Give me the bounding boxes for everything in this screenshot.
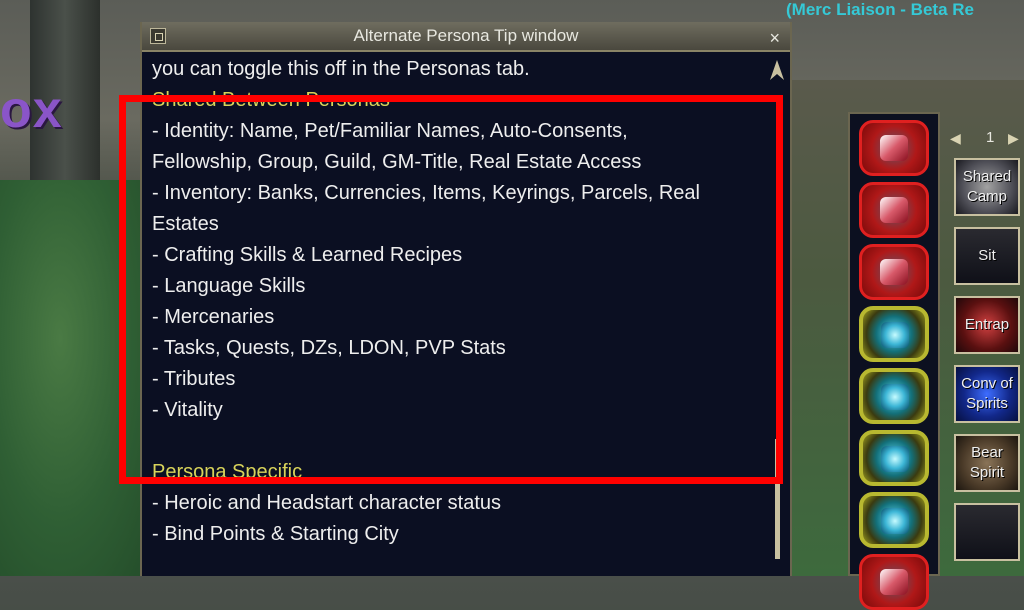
tip-line: you can toggle this off in the Personas …	[152, 58, 530, 80]
hotbar-next-icon[interactable]: ▶	[1008, 130, 1019, 147]
tip-line: - Crafting Skills & Learned Recipes	[152, 244, 463, 266]
tip-line	[152, 426, 762, 457]
spell-gem-7[interactable]	[859, 492, 929, 548]
crystal-spell-icon	[880, 135, 908, 161]
tip-line: - Mercenaries	[152, 306, 275, 328]
hotbar-button-6[interactable]	[954, 503, 1020, 561]
heart-gem-spell-icon	[880, 197, 908, 223]
tip-window[interactable]: Alternate Persona Tip window × you can t…	[140, 22, 792, 576]
spell-gem-2[interactable]	[859, 182, 929, 238]
spell-gem-4[interactable]	[859, 306, 929, 362]
section-heading: Shared Between Personas	[152, 89, 390, 111]
hotbar-button-4[interactable]: Conv of Spirits	[954, 365, 1020, 423]
hotbar-button-5[interactable]: Bear Spirit	[954, 434, 1020, 492]
tip-scrollbar[interactable]	[768, 56, 786, 576]
hotbar-button-3[interactable]: Entrap	[954, 296, 1020, 354]
tip-line: - Bind Points & Starting City	[152, 523, 399, 545]
tip-line: - Tributes	[152, 368, 236, 390]
empty-spell-gem-icon	[881, 384, 909, 410]
hotbar-button-2[interactable]: Sit	[954, 227, 1020, 285]
tip-line: Fellowship, Group, Guild, GM-Title, Real…	[152, 151, 642, 173]
spell-gem-5[interactable]	[859, 368, 929, 424]
hotbar-header: ◀ 1 ▶	[950, 128, 1024, 150]
hotbar-prev-icon[interactable]: ◀	[950, 130, 961, 147]
tip-window-titlebar[interactable]: Alternate Persona Tip window ×	[142, 22, 790, 52]
empty-spell-gem-icon	[881, 322, 909, 348]
hotbar: ◀ 1 ▶ Shared Camp Sit Entrap Conv of Spirit…	[944, 122, 1024, 576]
hotbar-page-number: 1	[986, 129, 995, 146]
background-grass	[0, 180, 150, 576]
tip-line: - Identity: Name, Pet/Familiar Names, Au…	[152, 120, 628, 142]
tip-window-content: you can toggle this off in the Personas …	[152, 54, 762, 550]
spell-gem-3[interactable]	[859, 244, 929, 300]
spell-gem-bar	[848, 112, 940, 610]
empty-spell-gem-icon	[881, 446, 909, 472]
tip-line: - Vitality	[152, 399, 223, 421]
scroll-up-icon[interactable]	[768, 58, 786, 84]
tip-line: - Language Skills	[152, 275, 306, 297]
spell-gem-6[interactable]	[859, 430, 929, 486]
tip-line: - Inventory: Banks, Currencies, Items, K…	[152, 182, 700, 204]
tip-window-title: Alternate Persona Tip window	[353, 26, 579, 45]
empty-spell-gem-icon	[881, 508, 909, 534]
zone-floating-text: ox	[0, 81, 63, 139]
close-icon[interactable]: ×	[769, 24, 780, 52]
section-heading: Persona Specific	[152, 461, 303, 483]
spell-gem-8[interactable]	[859, 554, 929, 610]
spell-gem-1[interactable]	[859, 120, 929, 176]
heart-gem-spell-icon	[880, 259, 908, 285]
scroll-thumb[interactable]	[775, 439, 780, 559]
merc-liaison-label[interactable]: (Merc Liaison - Beta Re	[786, 0, 974, 20]
tip-line: - Heroic and Headstart character status	[152, 492, 502, 514]
tip-line: - Tasks, Quests, DZs, LDON, PVP Stats	[152, 337, 506, 359]
tip-line: Estates	[152, 213, 219, 235]
window-menu-icon[interactable]	[150, 28, 166, 44]
spell-gem-icon	[880, 569, 908, 595]
hotbar-button-1[interactable]: Shared Camp	[954, 158, 1020, 216]
